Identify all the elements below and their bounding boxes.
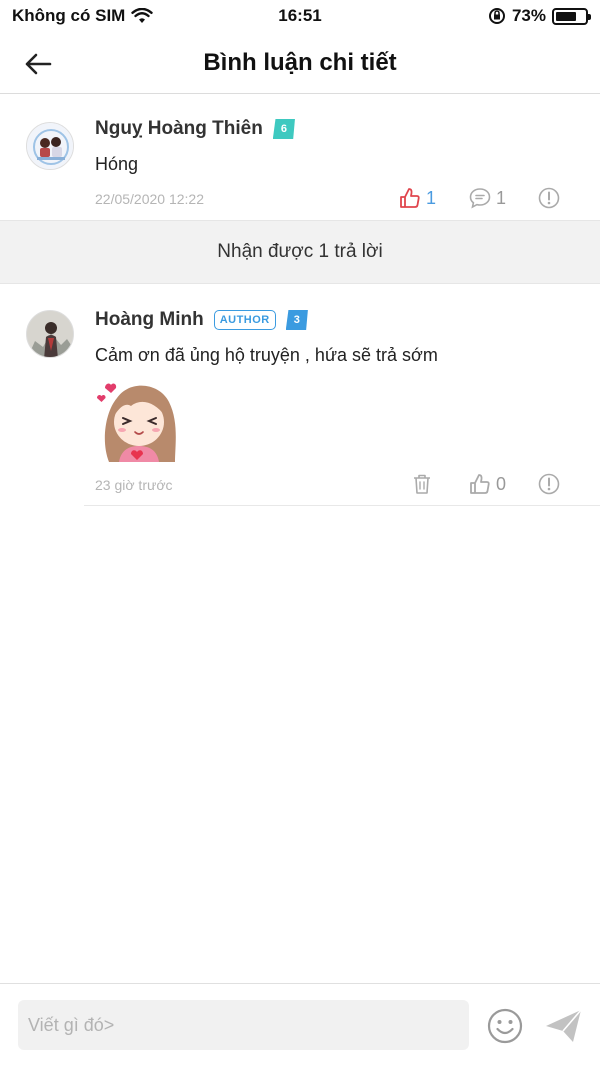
chat-bubble-icon xyxy=(469,188,491,209)
status-bar: Không có SIM 16:51 73% xyxy=(0,0,600,32)
nav-bar: Bình luận chi tiết xyxy=(0,32,600,94)
sticker-image xyxy=(95,376,181,462)
back-button[interactable] xyxy=(18,44,58,84)
main-comment: Nguỵ Hoàng Thiên 6 Hóng 22/05/2020 12:22… xyxy=(0,94,600,220)
delete-button[interactable] xyxy=(410,472,434,496)
thumbs-up-icon xyxy=(470,474,490,494)
author-badge: AUTHOR xyxy=(213,310,276,330)
comment-timestamp: 22/05/2020 12:22 xyxy=(95,191,204,207)
reply-user-name[interactable]: Hoàng Minh xyxy=(95,309,204,331)
send-icon xyxy=(546,1009,582,1042)
warning-icon xyxy=(538,473,560,495)
level-badge: 6 xyxy=(272,119,295,139)
reply-name-row: Hoàng Minh AUTHOR 3 xyxy=(95,309,308,331)
report-button[interactable] xyxy=(537,472,561,496)
reply-button[interactable]: 1 xyxy=(468,186,506,210)
orientation-lock-icon xyxy=(488,8,505,24)
avatar-image-icon xyxy=(27,311,73,357)
emoji-button[interactable] xyxy=(486,1007,524,1045)
reply-timestamp: 23 giờ trước xyxy=(95,477,173,493)
like-count: 0 xyxy=(496,473,507,494)
like-count: 1 xyxy=(426,187,437,208)
reply-text: Cảm ơn đã ủng hộ truyện , hứa sẽ trả sớm xyxy=(95,345,438,365)
trash-icon xyxy=(414,474,430,494)
reply-count-text: Nhận được 1 trả lời xyxy=(217,241,383,262)
thumbs-up-icon xyxy=(400,188,420,208)
status-left: Không có SIM xyxy=(12,6,154,26)
status-right: 73% xyxy=(488,6,591,26)
carrier-label: Không có SIM xyxy=(12,6,126,25)
battery-fill xyxy=(556,11,577,21)
warning-icon xyxy=(538,187,560,209)
arrow-left-icon xyxy=(25,53,52,75)
comment-user-name[interactable]: Nguỵ Hoàng Thiên xyxy=(95,118,263,140)
page-title: Bình luận chi tiết xyxy=(203,48,397,76)
avatar[interactable] xyxy=(26,122,74,170)
sticker-girl-icon xyxy=(97,383,176,462)
avatar[interactable] xyxy=(26,310,74,358)
reply-count: 1 xyxy=(496,187,507,208)
smiley-icon xyxy=(487,1008,523,1044)
send-button[interactable] xyxy=(544,1007,584,1045)
divider xyxy=(84,505,600,506)
like-button[interactable]: 1 xyxy=(398,186,436,210)
wifi-icon xyxy=(131,8,154,23)
comment-input[interactable] xyxy=(18,1000,469,1050)
level-badge: 3 xyxy=(285,310,308,330)
comment-name-row: Nguỵ Hoàng Thiên 6 xyxy=(95,118,295,140)
reply-comment: Hoàng Minh AUTHOR 3 Cảm ơn đã ủng hộ tru… xyxy=(0,284,600,506)
avatar-image-icon xyxy=(27,123,73,169)
comment-input-bar xyxy=(0,983,600,1067)
like-button[interactable]: 0 xyxy=(468,472,506,496)
comment-text: Hóng xyxy=(95,154,139,174)
battery-percent: 73% xyxy=(511,6,546,25)
reply-count-banner: Nhận được 1 trả lời xyxy=(0,220,600,284)
report-button[interactable] xyxy=(537,186,561,210)
battery-icon xyxy=(552,7,591,25)
